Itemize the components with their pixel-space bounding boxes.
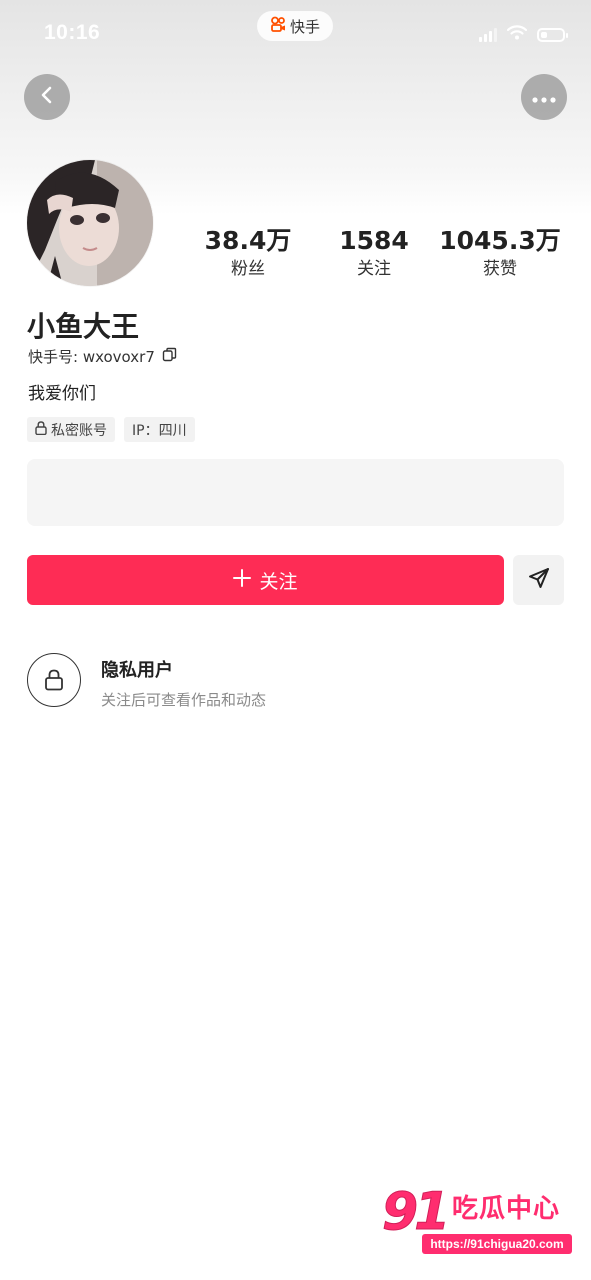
stat-label: 获赞 xyxy=(483,259,517,279)
private-notice-subtitle: 关注后可查看作品和动态 xyxy=(101,691,267,709)
more-button[interactable] xyxy=(521,74,567,120)
status-time: 10:16 xyxy=(44,21,101,44)
app-source-pill[interactable]: 快手 xyxy=(257,11,333,41)
tag-private-account: 私密账号 xyxy=(27,417,115,442)
cellular-signal-icon xyxy=(479,27,497,42)
stat-followers[interactable]: 38.4万 粉丝 xyxy=(178,226,318,280)
status-icons xyxy=(479,25,568,44)
bio: 我爱你们 xyxy=(28,384,96,404)
follow-label: 关注 xyxy=(259,570,298,593)
empty-info-panel xyxy=(27,459,564,526)
tag-label: 私密账号 xyxy=(51,422,107,439)
plus-icon xyxy=(233,568,252,592)
battery-icon xyxy=(537,27,568,42)
user-id: 快手号: wxovoxr7 xyxy=(28,348,155,366)
wifi-icon xyxy=(506,25,528,44)
back-button[interactable] xyxy=(24,74,70,120)
stat-value: 1045.3万 xyxy=(439,226,561,255)
stat-label: 关注 xyxy=(357,259,391,279)
stat-following[interactable]: 1584 关注 xyxy=(304,226,444,280)
message-button[interactable] xyxy=(513,555,564,605)
private-lock-icon xyxy=(27,653,81,707)
chevron-left-icon xyxy=(37,85,57,109)
copy-icon[interactable] xyxy=(162,347,177,366)
app-name-label: 快手 xyxy=(289,17,320,36)
username: 小鱼大王 xyxy=(27,310,140,343)
lock-icon xyxy=(35,420,47,439)
watermark-url: https://91chigua20.com xyxy=(422,1234,572,1254)
send-icon xyxy=(527,566,551,594)
watermark: 91 吃瓜中心 https://91chigua20.com xyxy=(380,1180,580,1260)
tag-label: IP：四川 xyxy=(132,422,187,439)
watermark-text: 吃瓜中心 xyxy=(452,1194,561,1224)
private-notice-title: 隐私用户 xyxy=(101,660,173,681)
follow-button[interactable]: 关注 xyxy=(27,555,504,605)
more-dots-icon xyxy=(532,88,556,107)
stat-label: 粉丝 xyxy=(231,259,265,279)
stat-value: 1584 xyxy=(339,226,409,255)
watermark-number: 91 xyxy=(381,1182,450,1243)
stat-likes[interactable]: 1045.3万 获赞 xyxy=(430,226,570,280)
user-id-row[interactable]: 快手号: wxovoxr7 xyxy=(28,346,177,367)
profile-tags: 私密账号 IP：四川 xyxy=(27,417,195,442)
kuaishou-logo-icon xyxy=(270,16,286,36)
tag-ip-location: IP：四川 xyxy=(124,417,195,442)
stat-value: 38.4万 xyxy=(204,226,292,255)
avatar[interactable] xyxy=(27,160,153,286)
